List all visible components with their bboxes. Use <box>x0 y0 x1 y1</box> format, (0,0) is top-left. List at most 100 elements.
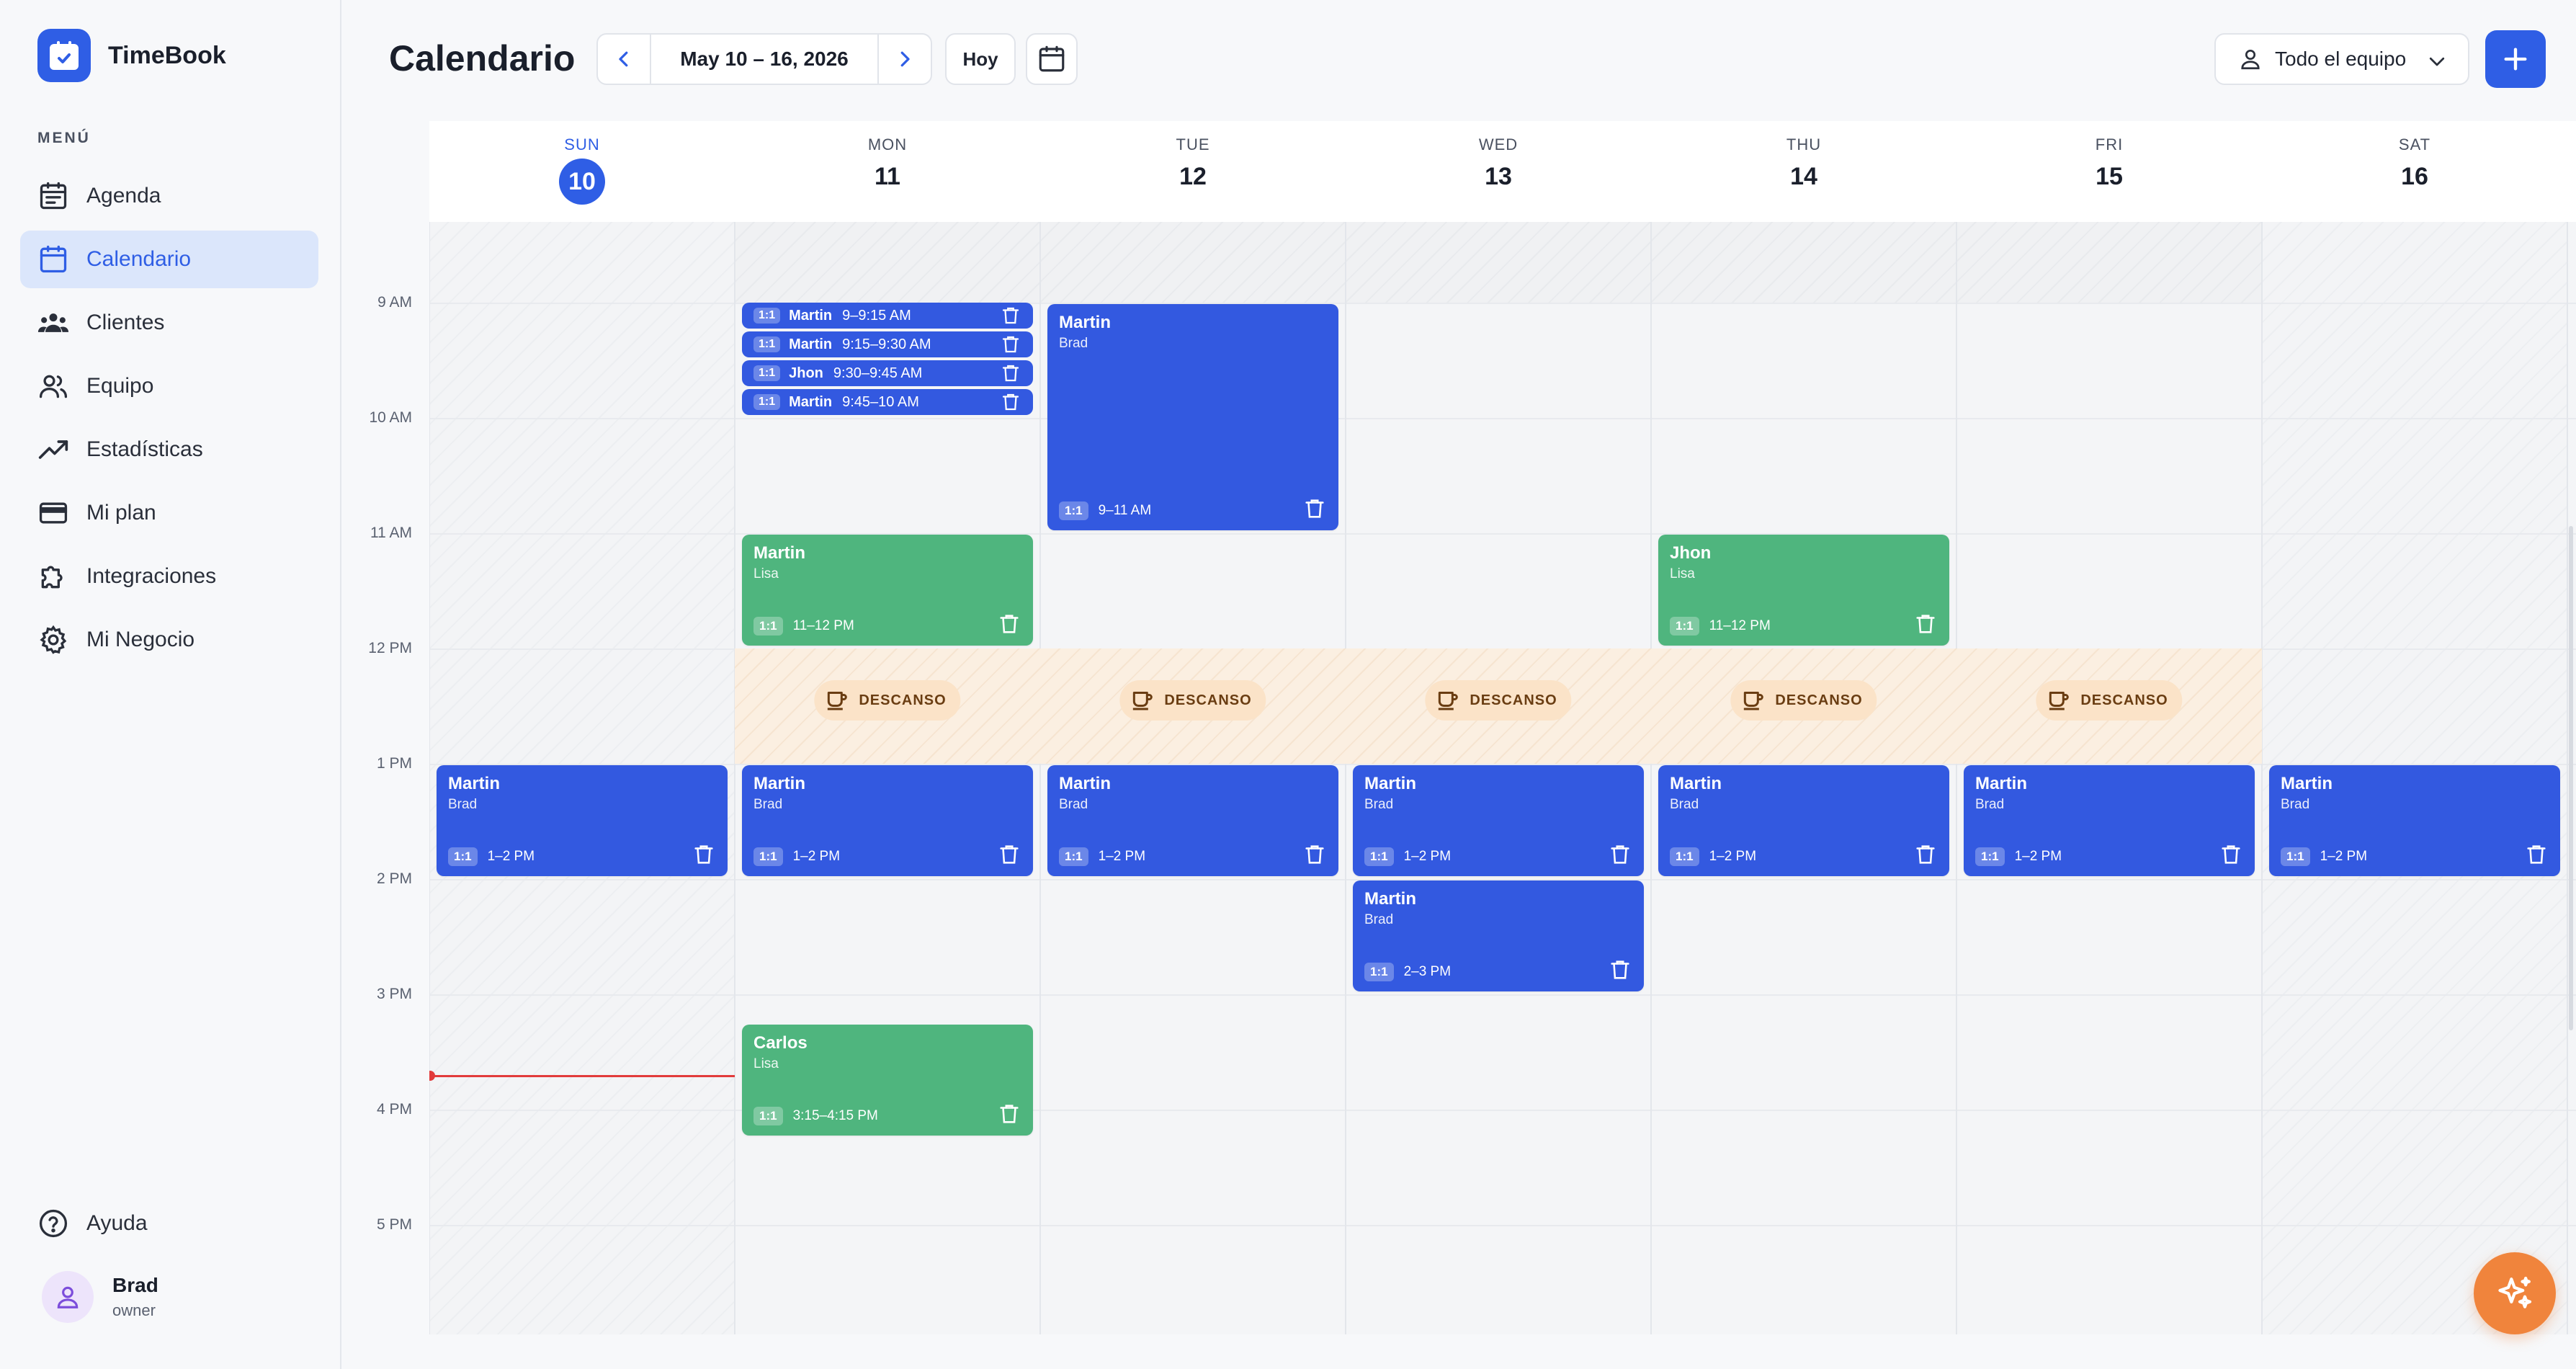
avatar <box>42 1271 94 1323</box>
appointment-card[interactable]: Martin Brad 1:1 2–3 PM <box>1353 880 1644 991</box>
client-name: Martin <box>789 336 833 352</box>
sidebar-nav: Agenda Calendario Clientes Equipo Estadí… <box>20 167 318 674</box>
break-badge: DESCANSO <box>2036 680 2183 721</box>
puzzle-icon <box>41 566 63 589</box>
appointment-footer: 1:1 1–2 PM <box>1364 847 1451 866</box>
sidebar-item-mi-plan[interactable]: Mi plan <box>20 484 318 542</box>
trash-icon[interactable] <box>997 842 1021 868</box>
brand[interactable]: TimeBook <box>37 29 226 82</box>
time-label: 3 PM <box>376 986 412 1002</box>
date-picker-button[interactable] <box>1026 33 1078 85</box>
appointment-card[interactable]: Carlos Lisa 1:1 3:15–4:15 PM <box>742 1025 1033 1136</box>
trash-icon[interactable] <box>1302 842 1327 868</box>
appointment-card[interactable]: Martin Lisa 1:1 11–12 PM <box>742 535 1033 646</box>
appointment-time: 1–2 PM <box>1098 849 1146 864</box>
day-number: 16 <box>2401 163 2428 190</box>
appointment-time: 9–11 AM <box>1098 503 1152 518</box>
day-header-fri[interactable]: FRI 15 <box>1956 121 2262 222</box>
day-header-sun[interactable]: SUN 10 <box>429 121 735 222</box>
help-link[interactable]: Ayuda <box>37 1208 148 1239</box>
day-header-tue[interactable]: TUE 12 <box>1040 121 1346 222</box>
user-role: owner <box>112 1301 156 1319</box>
appointment-client: Martin <box>1364 774 1416 793</box>
trash-icon[interactable] <box>997 611 1021 637</box>
sidebar: TimeBook MENÚ Agenda Calendario Clientes… <box>0 0 341 1369</box>
column-divider <box>2567 222 2568 1334</box>
trash-icon[interactable] <box>1913 611 1938 637</box>
appointment-card[interactable]: Martin Brad 1:1 1–2 PM <box>2269 765 2560 876</box>
appointment-card[interactable]: Martin Brad 1:1 1–2 PM <box>742 765 1033 876</box>
sidebar-item-estadisticas[interactable]: Estadísticas <box>20 421 318 478</box>
appointment-footer: 1:1 1–2 PM <box>1059 847 1145 866</box>
appointment-card[interactable]: Martin Brad 1:1 9–11 AM <box>1047 304 1338 530</box>
appointment-card[interactable]: Martin Brad 1:1 1–2 PM <box>1964 765 2255 876</box>
appointment-card[interactable]: Jhon Lisa 1:1 11–12 PM <box>1658 535 1949 646</box>
day-header-wed[interactable]: WED 13 <box>1346 121 1651 222</box>
trash-icon[interactable] <box>1608 957 1632 983</box>
appointment-staff: Lisa <box>1670 566 1695 581</box>
appointment-card[interactable]: Martin Brad 1:1 1–2 PM <box>1353 765 1644 876</box>
time-label: 9 AM <box>377 294 412 311</box>
day-header-sat[interactable]: SAT 16 <box>2262 121 2567 222</box>
sidebar-item-mi-negocio[interactable]: Mi Negocio <box>20 611 318 669</box>
appointment-footer: 1:1 1–2 PM <box>1975 847 2062 866</box>
sidebar-item-calendario[interactable]: Calendario <box>20 231 318 288</box>
trash-icon[interactable] <box>2219 842 2243 868</box>
session-type-badge: 1:1 <box>753 365 781 381</box>
mini-event[interactable]: 1:1 Jhon 9:30–9:45 AM <box>742 360 1033 386</box>
page-title: Calendario <box>389 38 576 79</box>
prev-week-button[interactable] <box>598 35 650 84</box>
mini-event[interactable]: 1:1 Martin 9:15–9:30 AM <box>742 331 1033 357</box>
day-header-thu[interactable]: THU 14 <box>1651 121 1956 222</box>
add-appointment-button[interactable] <box>2485 30 2546 88</box>
next-week-button[interactable] <box>879 35 931 84</box>
chevron-left-icon <box>619 51 628 67</box>
appointment-card[interactable]: Martin Brad 1:1 1–2 PM <box>1047 765 1338 876</box>
appointment-footer: 1:1 1–2 PM <box>753 847 840 866</box>
event-time: 9:30–9:45 AM <box>833 365 923 381</box>
appointment-staff: Brad <box>1975 797 2005 812</box>
sidebar-item-label: Mi Negocio <box>86 628 195 651</box>
team-filter-select[interactable]: Todo el equipo <box>2214 33 2469 85</box>
today-button[interactable]: Hoy <box>945 33 1016 85</box>
ai-assistant-button[interactable] <box>2474 1252 2556 1334</box>
trash-icon[interactable] <box>1000 304 1021 327</box>
appointment-staff: Brad <box>1364 797 1394 812</box>
trash-icon[interactable] <box>692 842 716 868</box>
sidebar-item-equipo[interactable]: Equipo <box>20 357 318 415</box>
trash-icon[interactable] <box>1608 842 1632 868</box>
break-badge: DESCANSO <box>1425 680 1572 721</box>
calendar-header: Calendario May 10 – 16, 2026 Hoy Todo el… <box>343 0 2576 121</box>
day-number: 11 <box>875 163 900 190</box>
trash-icon[interactable] <box>997 1101 1021 1127</box>
trash-icon[interactable] <box>2524 842 2549 868</box>
appointment-footer: 1:1 11–12 PM <box>753 617 854 636</box>
sidebar-item-agenda[interactable]: Agenda <box>20 167 318 225</box>
trash-icon[interactable] <box>1913 842 1938 868</box>
scrollbar[interactable] <box>2569 526 2573 1030</box>
user-profile[interactable]: Brad owner <box>42 1271 158 1323</box>
time-label: 10 AM <box>369 409 412 426</box>
break-badge: DESCANSO <box>1730 680 1877 721</box>
appointment-client: Martin <box>2281 774 2333 793</box>
column-divider <box>1039 222 1041 1334</box>
appointment-card[interactable]: Martin Brad 1:1 1–2 PM <box>437 765 728 876</box>
trash-icon[interactable] <box>1000 362 1021 385</box>
day-number: 15 <box>2096 163 2123 190</box>
trash-icon[interactable] <box>1000 391 1021 414</box>
sidebar-item-clientes[interactable]: Clientes <box>20 294 318 352</box>
mini-event[interactable]: 1:1 Martin 9:45–10 AM <box>742 389 1033 415</box>
time-axis: 9 AM 10 AM 11 AM 12 PM 1 PM 2 PM 3 PM 4 PM 5 PM <box>343 222 429 1334</box>
appointment-footer: 1:1 9–11 AM <box>1059 501 1151 520</box>
time-label: 1 PM <box>376 755 412 772</box>
coffee-cup-icon <box>2049 692 2069 710</box>
plus-icon <box>2504 48 2527 71</box>
timebook-logo-icon <box>37 29 91 82</box>
trash-icon[interactable] <box>1302 496 1327 522</box>
trash-icon[interactable] <box>1000 333 1021 356</box>
calendar-grid: DESCANSO DESCANSO DESCANSO DESCANSO DESCANSO… <box>429 222 2576 1334</box>
mini-event[interactable]: 1:1 Martin 9–9:15 AM <box>742 303 1033 329</box>
sidebar-item-integraciones[interactable]: Integraciones <box>20 548 318 605</box>
appointment-card[interactable]: Martin Brad 1:1 1–2 PM <box>1658 765 1949 876</box>
day-header-mon[interactable]: MON 11 <box>735 121 1040 222</box>
